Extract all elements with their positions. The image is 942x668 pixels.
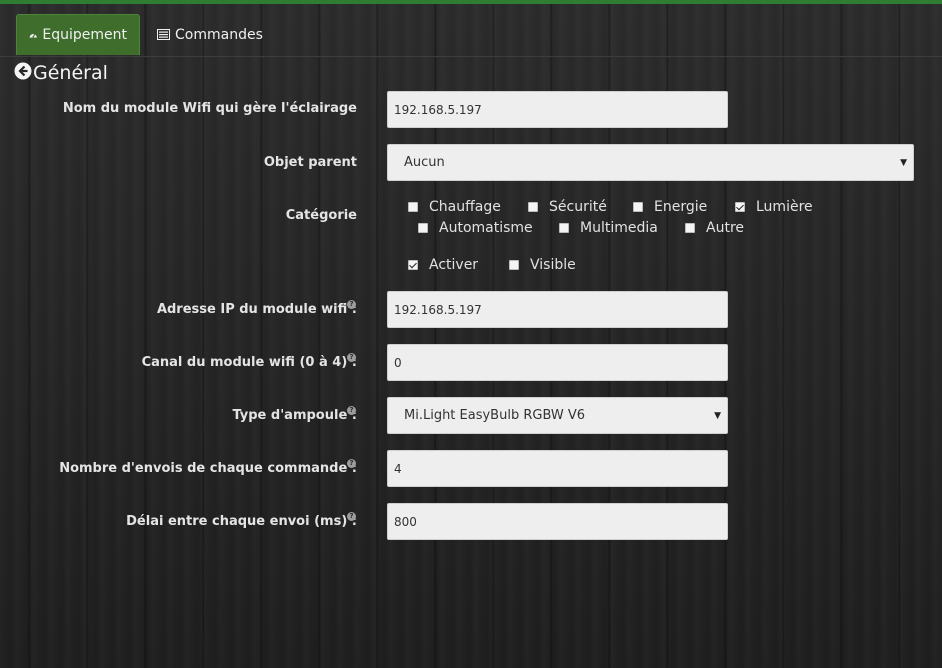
checkbox-icon [559,223,569,233]
checkbox-icon [418,223,428,233]
tab-commandes-label: Commandes [175,26,263,43]
category-automatisme-checkbox[interactable]: Automatisme [418,220,533,236]
delai-input[interactable]: 800 [387,503,728,540]
category-lumiere-label: Lumière [756,199,813,215]
form-row-nombre: Nombre d'envois de chaque commande : ? 4 [0,450,942,488]
checkbox-checked-icon [735,202,745,212]
delai-label: Délai entre chaque envoi (ms) : [126,514,357,529]
checkbox-icon [528,202,538,212]
tab-equipement[interactable]: Equipement [16,14,140,55]
activer-label: Activer [429,257,479,273]
category-energie-label: Energie [654,199,708,215]
question-circle-icon[interactable]: ? [347,406,356,415]
question-circle-icon[interactable]: ? [347,459,356,468]
type-select[interactable]: Mi.Light EasyBulb RGBW V6 ▼ [387,397,728,434]
module-name-input[interactable]: 192.168.5.197 [387,91,728,128]
form-row-category: Catégorie Chauffage Sécurité Energie Lum… [0,198,942,288]
visible-checkbox[interactable]: Visible [509,257,576,273]
ip-label: Adresse IP du module wifi : [156,302,357,317]
nombre-label: Nombre d'envois de chaque commande : [59,461,357,476]
category-multimedia-checkbox[interactable]: Multimedia [559,220,658,236]
top-accent-bar [0,0,942,4]
category-chauffage-checkbox[interactable]: Chauffage [408,199,501,215]
dashboard-icon [29,33,37,38]
visible-label: Visible [530,257,576,273]
checkbox-icon [685,223,695,233]
category-autre-checkbox[interactable]: Autre [685,220,744,236]
form-row-delai: Délai entre chaque envoi (ms) : ? 800 [0,503,942,541]
question-circle-icon[interactable]: ? [347,512,356,521]
parent-select-value: Aucun [404,155,445,170]
nombre-input[interactable]: 4 [387,450,728,487]
category-lumiere-checkbox[interactable]: Lumière [735,199,813,215]
form-row-type: Type d'ampoule : ? Mi.Light EasyBulb RGB… [0,397,942,435]
circle-arrow-left-icon[interactable] [14,62,32,85]
type-select-value: Mi.Light EasyBulb RGBW V6 [404,408,586,423]
type-label: Type d'ampoule : [232,408,357,423]
category-autre-label: Autre [706,220,745,236]
parent-label: Objet parent [263,155,357,170]
form-row-parent: Objet parent Aucun ▼ [0,144,942,182]
category-label: Catégorie [285,208,357,223]
checkbox-icon [633,202,643,212]
section-title: Général [33,62,108,84]
module-name-label: Nom du module Wifi qui gère l'éclairage [62,101,357,116]
checkbox-checked-icon [408,260,418,270]
category-multimedia-label: Multimedia [580,220,658,236]
ip-input[interactable]: 192.168.5.197 [387,291,728,328]
chevron-down-icon: ▼ [900,158,907,168]
category-energie-checkbox[interactable]: Energie [633,199,707,215]
form-row-ip: Adresse IP du module wifi : ? 192.168.5.… [0,291,942,329]
category-securite-label: Sécurité [549,199,607,215]
checkbox-icon [408,202,418,212]
parent-select[interactable]: Aucun ▼ [387,144,914,181]
tab-commandes[interactable]: Commandes [145,14,275,55]
tab-equipement-label: Equipement [42,27,127,43]
form-row-module-name: Nom du module Wifi qui gère l'éclairage … [0,91,942,129]
canal-input[interactable]: 0 [387,344,728,381]
tab-bar: Equipement Commandes [0,14,942,57]
list-icon [157,29,170,40]
question-circle-icon[interactable]: ? [347,300,356,309]
form-row-canal: Canal du module wifi (0 à 4) : ? 0 [0,344,942,382]
category-securite-checkbox[interactable]: Sécurité [528,199,607,215]
canal-label: Canal du module wifi (0 à 4) : [141,355,357,370]
chevron-down-icon: ▼ [714,411,721,421]
category-chauffage-label: Chauffage [429,199,501,215]
checkbox-icon [509,260,519,270]
question-circle-icon[interactable]: ? [347,353,356,362]
section-header: Général [14,60,108,86]
category-automatisme-label: Automatisme [439,220,533,236]
activer-checkbox[interactable]: Activer [408,257,478,273]
